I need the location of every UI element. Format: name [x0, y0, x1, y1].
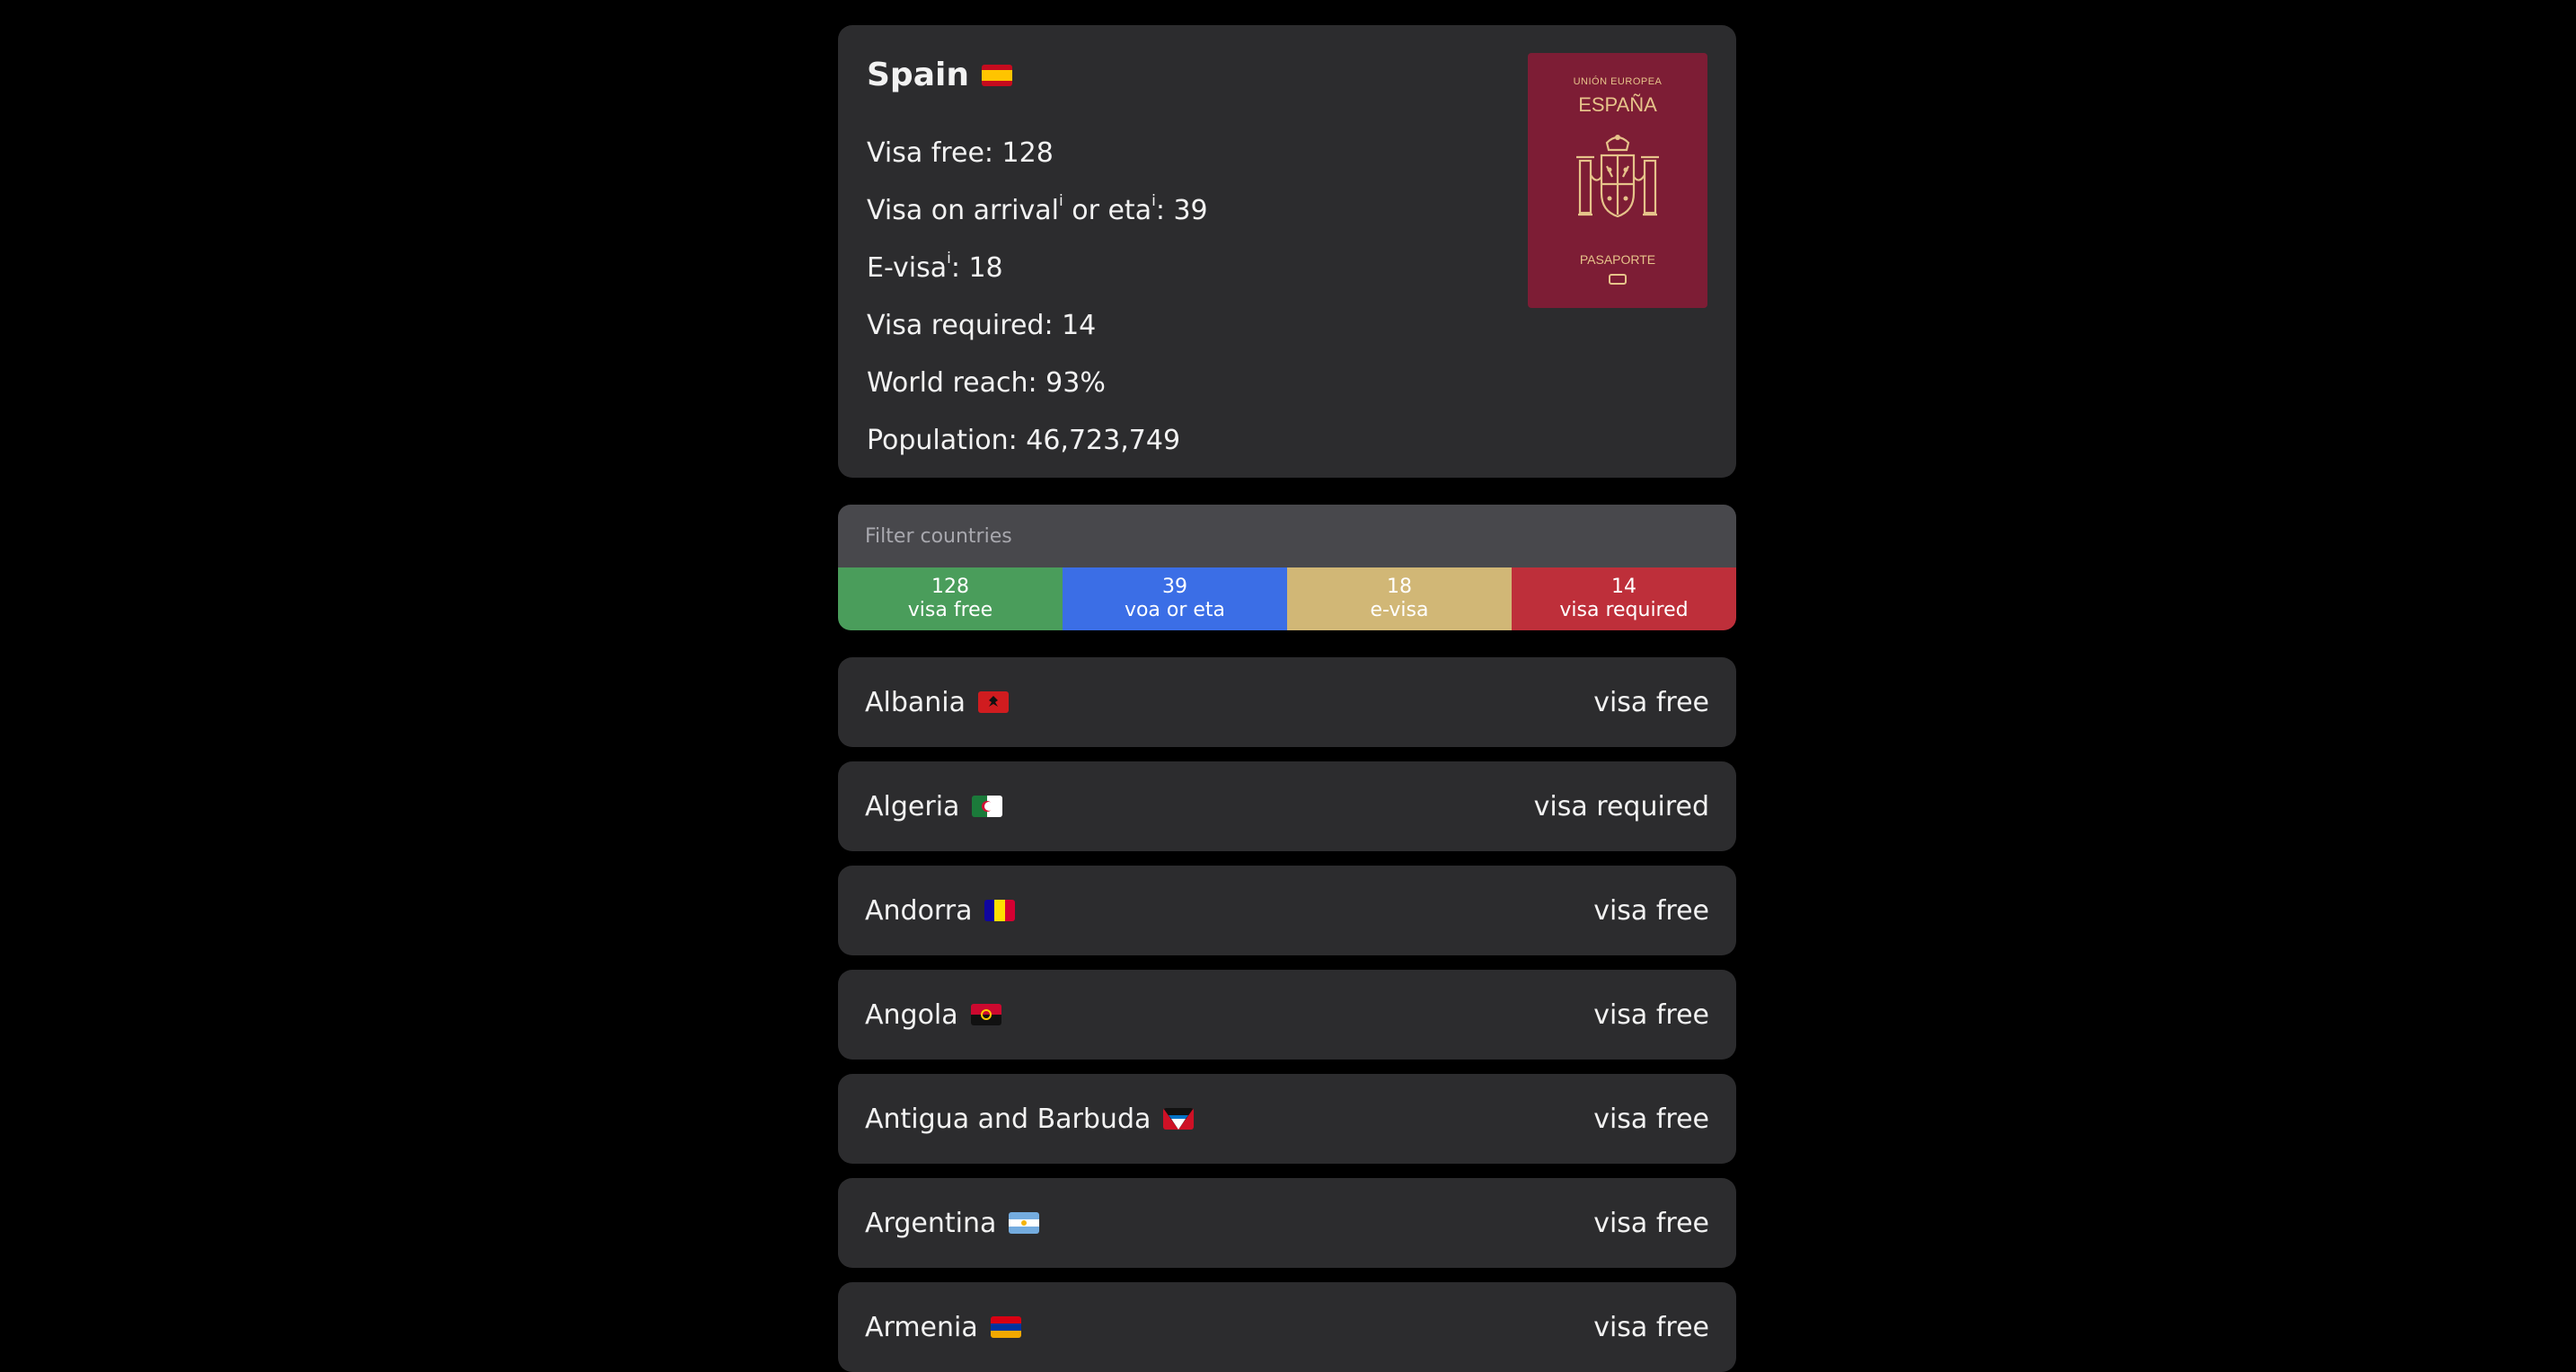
country-name: Angola: [865, 998, 958, 1031]
summary-count: 18: [1387, 575, 1412, 598]
summary-visa-free[interactable]: 128 visa free: [838, 567, 1063, 630]
list-item[interactable]: Albania visa free: [838, 657, 1736, 747]
country-name: Armenia: [865, 1311, 978, 1343]
visa-status: visa free: [1593, 1311, 1709, 1343]
main-column: Spain Visa free: 128 Visa on arrivali or…: [838, 25, 1736, 1372]
eta-info-icon[interactable]: i: [1151, 192, 1156, 210]
visa-status: visa free: [1593, 1207, 1709, 1239]
biometric-chip-icon: [1609, 274, 1627, 285]
list-item[interactable]: Angola visa free: [838, 970, 1736, 1060]
country-name: Spain: [867, 57, 969, 93]
passport-union-text: UNIÓN EUROPEA: [1573, 76, 1663, 87]
evisa-label: E-visa: [867, 252, 948, 284]
coat-of-arms-icon: [1576, 135, 1659, 218]
filter-block: Filter countries 128 visa free 39 voa or…: [838, 505, 1736, 630]
summary-visa-required[interactable]: 14 visa required: [1512, 567, 1736, 630]
list-item[interactable]: Antigua and Barbuda visa free: [838, 1074, 1736, 1164]
row-name-group: Andorra: [865, 894, 1016, 927]
visa-status: visa free: [1593, 894, 1709, 927]
eta-label: or eta: [1063, 195, 1152, 226]
voa-count: : 39: [1155, 195, 1208, 226]
summary-label: e-visa: [1370, 599, 1429, 621]
visa-status: visa free: [1593, 1103, 1709, 1135]
summary-e-visa[interactable]: 18 e-visa: [1287, 567, 1512, 630]
country-name: Algeria: [865, 790, 960, 822]
row-name-group: Albania: [865, 686, 1010, 718]
country-name: Andorra: [865, 894, 973, 927]
summary-label: visa free: [907, 599, 993, 621]
list-item[interactable]: Algeria visa required: [838, 761, 1736, 851]
passport-country-text: ESPAÑA: [1578, 93, 1657, 116]
albania-flag-icon: [978, 691, 1010, 713]
row-name-group: Antigua and Barbuda: [865, 1103, 1195, 1135]
row-name-group: Argentina: [865, 1207, 1040, 1239]
row-name-group: Algeria: [865, 790, 1003, 822]
visa-status: visa required: [1533, 790, 1709, 822]
world-reach-stat: World reach: 93%: [867, 367, 1106, 399]
summary-voa-or-eta[interactable]: 39 voa or eta: [1063, 567, 1287, 630]
summary-count: 128: [931, 575, 969, 598]
country-name: Antigua and Barbuda: [865, 1103, 1151, 1135]
list-item[interactable]: Andorra visa free: [838, 866, 1736, 955]
evisa-count: : 18: [950, 252, 1003, 284]
summary-count: 14: [1611, 575, 1636, 598]
argentina-flag-icon: [1009, 1212, 1040, 1234]
andorra-flag-icon: [984, 900, 1016, 921]
evisa-info-icon[interactable]: i: [947, 250, 951, 268]
list-item[interactable]: Armenia visa free: [838, 1282, 1736, 1372]
visa-free-stat: Visa free: 128: [867, 137, 1054, 169]
armenia-flag-icon: [990, 1316, 1021, 1338]
list-item[interactable]: Argentina visa free: [838, 1178, 1736, 1268]
filter-countries-input[interactable]: Filter countries: [838, 505, 1736, 567]
visa-status: visa free: [1593, 686, 1709, 718]
angola-flag-icon: [970, 1004, 1001, 1025]
voa-info-icon[interactable]: i: [1059, 192, 1063, 210]
spain-flag-icon: [981, 65, 1012, 86]
passport-cover-image: UNIÓN EUROPEA ESPAÑA PASAPORTE: [1528, 53, 1707, 308]
passport-label-text: PASAPORTE: [1579, 252, 1656, 267]
population-stat: Population: 46,723,749: [867, 425, 1181, 456]
row-name-group: Armenia: [865, 1312, 1021, 1343]
country-name: Argentina: [865, 1207, 997, 1239]
summary-count: 39: [1162, 575, 1187, 598]
country-card: Spain Visa free: 128 Visa on arrivali or…: [838, 25, 1736, 478]
country-name: Albania: [865, 686, 966, 718]
visa-required-stat: Visa required: 14: [867, 310, 1097, 341]
summary-label: visa required: [1559, 599, 1689, 621]
summary-label: voa or eta: [1124, 599, 1226, 621]
antigua-barbuda-flag-icon: [1163, 1108, 1195, 1130]
visa-status: visa free: [1593, 998, 1709, 1031]
evisa-stat: E-visai: 18: [867, 251, 1003, 284]
visa-summary-bar: 128 visa free 39 voa or eta 18 e-visa 14…: [838, 567, 1736, 630]
voa-label: Visa on arrival: [867, 195, 1059, 226]
algeria-flag-icon: [972, 796, 1003, 817]
visa-on-arrival-stat: Visa on arrivali or etai: 39: [867, 194, 1208, 226]
row-name-group: Angola: [865, 999, 1001, 1031]
